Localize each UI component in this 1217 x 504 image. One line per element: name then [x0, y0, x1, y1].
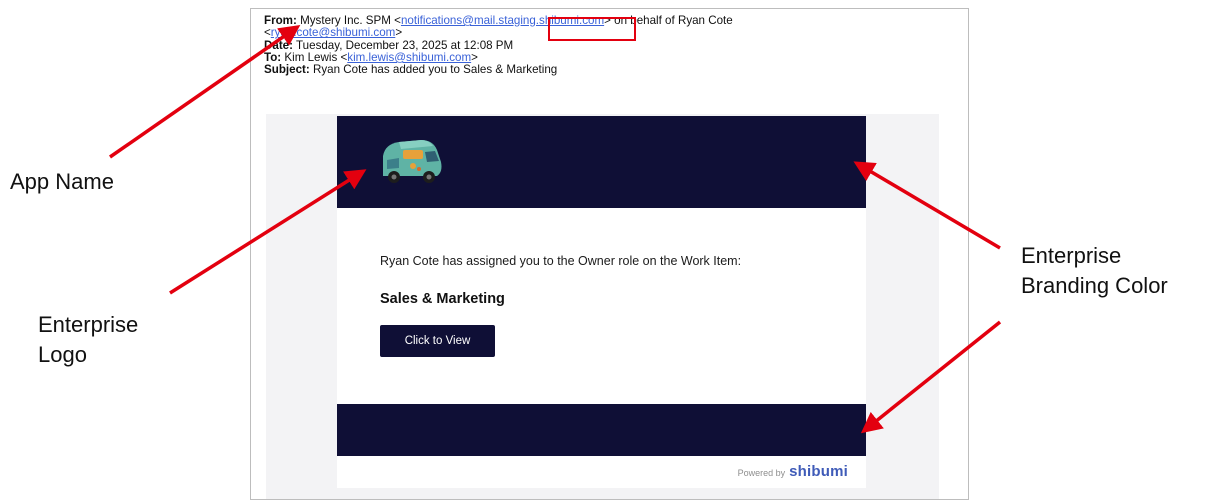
date-label: Date: — [264, 38, 293, 52]
assignment-text: Ryan Cote has assigned you to the Owner … — [380, 254, 742, 268]
behalf-email-close: > — [395, 26, 403, 40]
email-card: Ryan Cote has assigned you to the Owner … — [337, 116, 866, 488]
subject-line: Subject: Ryan Cote has added you to Sale… — [264, 64, 964, 76]
callout-app-name: App Name — [10, 167, 114, 197]
callout-enterprise-logo: Enterprise Logo — [38, 310, 138, 370]
branding-footer-band — [337, 404, 866, 456]
shibumi-logo-text[interactable]: shibumi — [789, 463, 848, 480]
from-email-open: < — [394, 14, 401, 27]
to-label: To: — [264, 50, 282, 64]
callout-enterprise-logo-line1: Enterprise — [38, 312, 139, 337]
to-email-close: > — [471, 50, 478, 64]
email-screenshot: From: Mystery Inc. SPM <notifications@ma… — [250, 8, 969, 500]
subject-label: Subject: — [264, 63, 310, 77]
subject-value: Ryan Cote has added you to Sales & Marke… — [312, 63, 558, 77]
callout-branding-color-line2: Branding Color — [1021, 273, 1168, 298]
date-value: Tuesday, December 23, 2025 at 12:08 PM — [296, 38, 514, 52]
callout-branding-color: Enterprise Branding Color — [1021, 241, 1168, 301]
behalf-email-open: < — [264, 26, 271, 40]
to-email-link[interactable]: kim.lewis@shibumi.com — [347, 51, 471, 64]
to-name: Kim Lewis — [284, 50, 338, 64]
from-name: Mystery Inc. SPM — [300, 14, 391, 27]
app-name-highlight-box — [548, 17, 636, 41]
powered-by-text: Powered by — [737, 468, 786, 478]
callout-enterprise-logo-line2: Logo — [38, 342, 87, 367]
van-logo-icon — [383, 140, 442, 183]
callout-branding-color-line1: Enterprise — [1021, 243, 1122, 268]
branding-header-band — [337, 116, 866, 208]
powered-by: Powered by shibumi — [738, 463, 848, 480]
callout-app-name-text: App Name — [10, 169, 114, 194]
behalf-email-link[interactable]: ryan.cote@shibumi.com — [271, 26, 396, 39]
click-to-view-button[interactable]: Click to View — [380, 325, 495, 357]
work-item-title: Sales & Marketing — [380, 291, 505, 307]
from-label: From: — [264, 14, 297, 27]
